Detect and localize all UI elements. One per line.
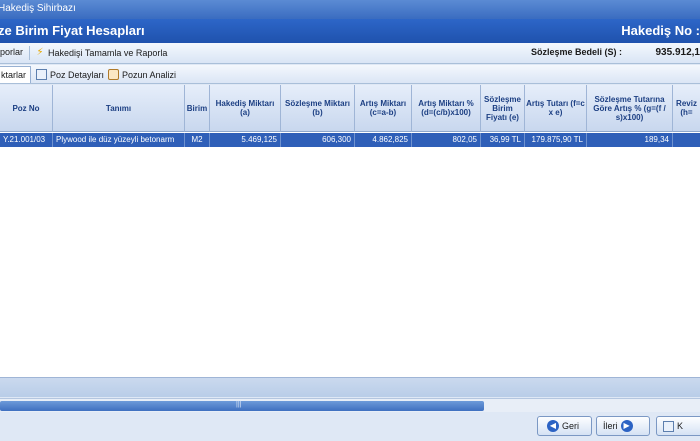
- col-header-revize[interactable]: Reviz (h=: [673, 85, 700, 132]
- wizard-nav-bar: ◀ Geri İleri ▶ K: [0, 412, 700, 441]
- cell-artis-pct[interactable]: 802,05: [412, 133, 481, 147]
- cell-birim[interactable]: M2: [185, 133, 210, 147]
- complete-report-button[interactable]: ⚡ Hakedişi Tamamla ve Raporla: [35, 47, 167, 58]
- window-title: Hakediş Sihirbazı: [0, 3, 76, 14]
- analysis-icon: [108, 69, 119, 80]
- col-header-hakedis[interactable]: Hakediş Miktarı (a): [210, 85, 281, 132]
- window-titlebar: Hakediş Sihirbazı: [0, 0, 700, 19]
- lightning-icon: ⚡: [36, 47, 44, 58]
- grip-icon: |||: [236, 401, 242, 408]
- data-grid: Poz No Tanımı Birim Hakediş Miktarı (a) …: [0, 85, 700, 377]
- complete-report-label: Hakedişi Tamamla ve Raporla: [48, 47, 168, 58]
- tab-strip: ktarlar Poz Detayları Pozun Analizi: [0, 65, 700, 84]
- col-header-poz-no[interactable]: Poz No: [0, 85, 53, 132]
- col-header-birim[interactable]: Birim: [185, 85, 210, 132]
- tab-poz-analysis[interactable]: Pozun Analizi: [108, 69, 176, 80]
- contract-amount-label: Sözleşme Bedeli (S) :: [531, 47, 623, 57]
- col-header-tutar-artis[interactable]: Sözleşme Tutarına Göre Artış % (g=(f / s…: [587, 85, 673, 132]
- tab-poz-analysis-label: Pozun Analizi: [122, 69, 177, 80]
- horizontal-scrollbar[interactable]: |||: [0, 398, 700, 412]
- arrow-right-icon: ▶: [620, 420, 633, 432]
- col-header-artis-tutari[interactable]: Artış Tutarı (f=c x e): [525, 85, 587, 132]
- tab-poz-details[interactable]: Poz Detayları: [36, 69, 104, 80]
- tab-poz-details-label: Poz Detayları: [50, 69, 105, 80]
- back-label: Geri: [562, 421, 580, 431]
- cell-tanimi[interactable]: Plywood ile düz yüzeyli betonarm: [53, 133, 185, 147]
- close-doc-icon: [663, 420, 674, 432]
- col-header-artis[interactable]: Artış Miktarı (c=a-b): [355, 85, 412, 132]
- contract-amount-value: 935.912,1: [655, 47, 700, 58]
- document-icon: [36, 69, 47, 80]
- main-toolbar: porlar ⚡ Hakedişi Tamamla ve Raporla Söz…: [0, 43, 700, 64]
- reports-menu[interactable]: porlar: [0, 47, 23, 57]
- tab-quantities[interactable]: ktarlar: [0, 66, 32, 83]
- cell-tutar-artis[interactable]: 189,34: [587, 133, 673, 147]
- next-button[interactable]: İleri ▶: [596, 416, 650, 436]
- col-header-birim-fiyat[interactable]: Sözleşme Birim Fiyatı (e): [481, 85, 525, 132]
- toolbar-divider: [29, 46, 30, 60]
- reports-label: porlar: [0, 47, 24, 57]
- cell-poz-no[interactable]: Y.21.001/03: [0, 133, 53, 147]
- close-button[interactable]: K: [656, 416, 700, 436]
- cell-birim-fiyat[interactable]: 36,99 TL: [481, 133, 525, 147]
- cell-artis[interactable]: 4.862,825: [355, 133, 412, 147]
- hakedis-number-label: Hakediş No :: [621, 23, 700, 38]
- tab-quantities-label: ktarlar: [1, 70, 27, 80]
- scrollbar-thumb[interactable]: |||: [0, 401, 484, 411]
- back-button[interactable]: ◀ Geri: [537, 416, 592, 436]
- cell-artis-tutari[interactable]: 179.875,90 TL: [525, 133, 587, 147]
- col-header-sozlesme[interactable]: Sözleşme Miktarı (b): [281, 85, 355, 132]
- cell-hakedis[interactable]: 5.469,125: [210, 133, 281, 147]
- grid-footer: [0, 377, 700, 397]
- page-title: ze Birim Fiyat Hesapları: [0, 23, 145, 38]
- close-label: K: [677, 421, 684, 431]
- col-header-tanimi[interactable]: Tanımı: [53, 85, 185, 132]
- arrow-left-icon: ◀: [547, 420, 559, 432]
- cell-sozlesme[interactable]: 606,300: [281, 133, 355, 147]
- page-banner: ze Birim Fiyat Hesapları Hakediş No :: [0, 19, 700, 43]
- next-label: İleri: [603, 421, 618, 431]
- cell-revize[interactable]: [673, 133, 700, 147]
- col-header-artis-pct[interactable]: Artış Miktarı % (d=(c/b)x100): [412, 85, 481, 132]
